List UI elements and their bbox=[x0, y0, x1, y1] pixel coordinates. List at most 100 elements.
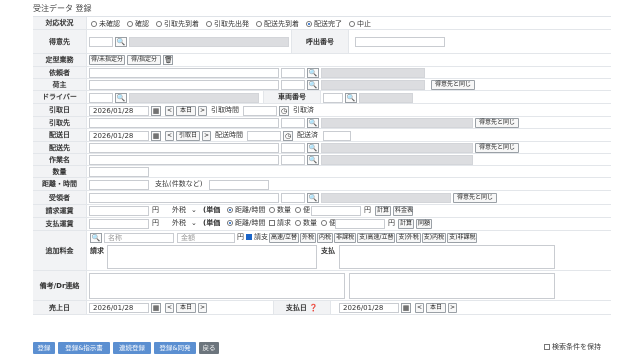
shipper-code-input[interactable] bbox=[281, 80, 305, 90]
register-button[interactable]: 登録 bbox=[33, 342, 55, 354]
delivery-pickup-day-button[interactable]: 引取日 bbox=[176, 131, 200, 141]
extra-billing-check[interactable]: 請支 bbox=[246, 232, 268, 242]
extra-tag-button[interactable]: 支)非課税 bbox=[447, 233, 478, 243]
pickup-calendar-icon[interactable]: ▦ bbox=[151, 106, 161, 116]
vehicle-search-icon[interactable]: 🔍 bbox=[345, 93, 357, 103]
customer-search-icon[interactable]: 🔍 bbox=[115, 37, 127, 47]
pickup-date-input[interactable]: 2026/01/28 bbox=[89, 106, 149, 116]
pickup-prev-button[interactable]: < bbox=[165, 106, 174, 116]
recipient-same-customer-button[interactable]: 得意先と同じ bbox=[453, 193, 497, 203]
status-option[interactable]: 引取先出発 bbox=[206, 20, 249, 28]
billing-opt-distance[interactable]: 距離/時間 bbox=[227, 205, 265, 215]
extra-payment-textarea[interactable] bbox=[339, 245, 555, 269]
extra-search-icon[interactable]: 🔍 bbox=[90, 233, 102, 243]
delivery-clock-icon[interactable]: ◷ bbox=[283, 131, 293, 141]
payment-unit-price-input[interactable] bbox=[335, 219, 385, 229]
extra-tag-button[interactable]: 非課税 bbox=[334, 233, 357, 243]
delivery-place-code-input[interactable] bbox=[281, 143, 305, 153]
status-option[interactable]: 中止 bbox=[349, 20, 371, 28]
pickup-same-customer-button[interactable]: 得意先と同じ bbox=[475, 118, 519, 128]
notes-textarea[interactable] bbox=[89, 273, 345, 299]
requester-input[interactable] bbox=[89, 68, 279, 78]
keep-search-check[interactable]: 検索条件を保持 bbox=[544, 342, 601, 352]
status-option[interactable]: 未確認 bbox=[91, 20, 120, 28]
fixed-unassigned-button[interactable]: 得/未指定分 bbox=[89, 55, 125, 65]
clock-icon[interactable]: ◷ bbox=[279, 106, 289, 116]
extra-tag-button[interactable]: 高速/立替 bbox=[269, 233, 300, 243]
delivery-prev-button[interactable]: < bbox=[165, 131, 174, 141]
customer-code-input[interactable] bbox=[89, 37, 113, 47]
extra-tag-button[interactable]: 支)高速/立替 bbox=[357, 233, 396, 243]
status-option[interactable]: 配送先到着 bbox=[256, 20, 299, 28]
delivery-place-input[interactable] bbox=[89, 143, 279, 153]
extra-tag-button[interactable]: 内税 bbox=[317, 233, 334, 243]
extra-amount-input[interactable]: 金額 bbox=[177, 233, 235, 243]
pieces-input[interactable] bbox=[209, 180, 269, 190]
requester-code-input[interactable] bbox=[281, 68, 305, 78]
driver-search-icon[interactable]: 🔍 bbox=[115, 93, 127, 103]
payment-opt-qty[interactable]: 数量 bbox=[295, 218, 317, 228]
delivery-time-input[interactable] bbox=[247, 131, 281, 141]
recipient-code-input[interactable] bbox=[281, 193, 305, 203]
payment-date-input[interactable]: 2026/01/28 bbox=[339, 303, 399, 313]
delivery-calendar-icon[interactable]: ▦ bbox=[151, 131, 161, 141]
extra-name-input[interactable]: 名称 bbox=[104, 233, 174, 243]
billing-tax-chevron-icon[interactable]: ⌄ bbox=[191, 205, 197, 215]
extra-billing-textarea[interactable] bbox=[107, 245, 317, 269]
requester-search-icon[interactable]: 🔍 bbox=[307, 68, 319, 78]
pickup-next-button[interactable]: > bbox=[198, 106, 207, 116]
payment-opt-flight[interactable]: 便 bbox=[321, 218, 336, 228]
delivery-same-customer-button[interactable]: 得意先と同じ bbox=[475, 143, 519, 153]
extra-tag-button[interactable]: 支)内税 bbox=[421, 233, 447, 243]
driver-code-input[interactable] bbox=[89, 93, 113, 103]
payment-same-button[interactable]: 同額 bbox=[416, 219, 432, 229]
pickup-place-input[interactable] bbox=[89, 118, 279, 128]
status-option[interactable]: 引取先到着 bbox=[156, 20, 199, 28]
caller-number-input[interactable] bbox=[355, 37, 445, 47]
delivery-date-input[interactable]: 2026/01/28 bbox=[89, 131, 149, 141]
extra-tag-button[interactable]: 外税 bbox=[300, 233, 317, 243]
work-name-code-input[interactable] bbox=[281, 155, 305, 165]
payment-calc-button[interactable]: 計算 bbox=[398, 219, 414, 229]
fixed-assigned-button[interactable]: 得/指定分 bbox=[127, 55, 161, 65]
vehicle-input[interactable] bbox=[323, 93, 343, 103]
status-option[interactable]: 確認 bbox=[127, 20, 149, 28]
shipper-input[interactable] bbox=[89, 80, 279, 90]
pickup-place-code-input[interactable] bbox=[281, 118, 305, 128]
continuous-register-button[interactable]: 連続登録 bbox=[113, 342, 151, 354]
help-icon[interactable]: ❓ bbox=[309, 304, 318, 312]
sales-today-button[interactable]: 本日 bbox=[176, 303, 196, 313]
work-name-input[interactable] bbox=[89, 155, 279, 165]
pickup-time-input[interactable] bbox=[243, 106, 277, 116]
payment-tax-chevron-icon[interactable]: ⌄ bbox=[191, 218, 197, 228]
delivery-next-button[interactable]: > bbox=[202, 131, 211, 141]
payment-billing-check[interactable]: 請求 bbox=[269, 218, 291, 228]
register-same-button[interactable]: 登録&同発 bbox=[154, 342, 196, 354]
shipper-search-icon[interactable]: 🔍 bbox=[307, 80, 319, 90]
payment-next-button[interactable]: > bbox=[448, 303, 457, 313]
sales-date-input[interactable]: 2026/01/28 bbox=[89, 303, 149, 313]
status-radio-group[interactable]: 未確認 確認 引取先到着 引取先出発 配送先到着 配送完了 中止 bbox=[91, 19, 378, 29]
quantity-input[interactable] bbox=[89, 167, 149, 177]
extra-tag-button[interactable]: 支)外税 bbox=[396, 233, 421, 243]
payment-calendar-icon[interactable]: ▦ bbox=[401, 303, 411, 313]
trash-icon[interactable]: 🗑 bbox=[163, 55, 173, 65]
fee-table-button[interactable]: 料金表 bbox=[393, 206, 413, 216]
recipient-input[interactable] bbox=[89, 193, 279, 203]
status-option[interactable]: 配送完了 bbox=[306, 20, 342, 28]
work-name-search-icon[interactable]: 🔍 bbox=[307, 155, 319, 165]
billing-fare-input[interactable] bbox=[89, 206, 149, 216]
shipper-same-customer-button[interactable]: 得意先と同じ bbox=[431, 80, 475, 90]
driver-notes-textarea[interactable] bbox=[349, 273, 555, 299]
recipient-search-icon[interactable]: 🔍 bbox=[307, 193, 319, 203]
pickup-today-button[interactable]: 本日 bbox=[176, 106, 196, 116]
billing-unit-price-input[interactable] bbox=[311, 206, 361, 216]
sales-prev-button[interactable]: < bbox=[165, 303, 174, 313]
billing-opt-flight[interactable]: 便 bbox=[295, 205, 310, 215]
back-button[interactable]: 戻る bbox=[199, 342, 219, 354]
sales-calendar-icon[interactable]: ▦ bbox=[151, 303, 161, 313]
register-instruction-button[interactable]: 登録&指示書 bbox=[58, 342, 110, 354]
billing-calc-button[interactable]: 計算 bbox=[375, 206, 391, 216]
payment-tax-select[interactable]: 外税 bbox=[172, 218, 186, 228]
delivery-done-input[interactable] bbox=[323, 131, 351, 141]
